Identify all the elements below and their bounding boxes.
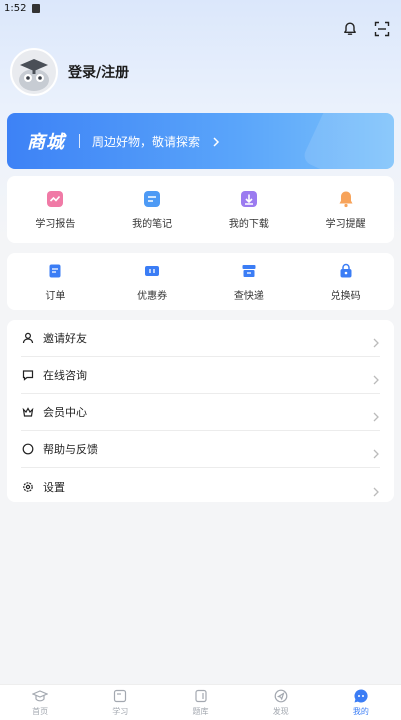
tab-mine[interactable]: 我的	[321, 685, 401, 720]
mall-subtitle: 周边好物，敬请探索	[92, 134, 201, 149]
mall-banner[interactable]: 商城 周边好物，敬请探索	[7, 113, 394, 169]
coupons-item[interactable]: 优惠券	[104, 253, 201, 310]
chat-icon	[21, 368, 35, 382]
coupon-icon	[142, 261, 162, 281]
download-icon	[239, 189, 259, 209]
tab-label: 我的	[352, 707, 369, 716]
report-icon	[45, 189, 65, 209]
study-reminder-item[interactable]: 学习提醒	[297, 176, 394, 243]
tab-study[interactable]: 学习	[80, 685, 160, 720]
redeem-code-label: 兑换码	[330, 291, 361, 302]
coupons-label: 优惠券	[137, 291, 168, 302]
redeem-icon	[336, 261, 356, 281]
study-icon	[112, 688, 128, 704]
orders-item[interactable]: 订单	[7, 253, 104, 310]
track-express-label: 查快递	[233, 291, 264, 302]
menu-item-settings[interactable]: 设置	[21, 468, 380, 505]
graduation-cap-icon	[32, 688, 49, 704]
mall-decoration	[301, 113, 394, 169]
study-report-label: 学习报告	[35, 219, 76, 230]
orders-label: 订单	[45, 291, 66, 302]
my-downloads-item[interactable]: 我的下载	[201, 176, 298, 243]
profile-chat-icon	[353, 688, 369, 704]
avatar[interactable]	[10, 48, 58, 96]
tab-discover[interactable]: 发现	[241, 685, 321, 720]
discover-icon	[273, 688, 289, 704]
person-icon	[21, 331, 35, 345]
status-bar: 1:52	[0, 0, 401, 16]
tab-question-bank[interactable]: 题库	[160, 685, 240, 720]
menu-label: 在线咨询	[43, 369, 87, 382]
bottom-tab-bar: 首页 学习 题库 发现 我的	[0, 684, 401, 720]
my-notes-label: 我的笔记	[132, 219, 173, 230]
my-notes-item[interactable]: 我的笔记	[104, 176, 201, 243]
study-reminder-label: 学习提醒	[325, 219, 366, 230]
mall-title: 商城	[27, 132, 65, 153]
order-icon	[45, 261, 65, 281]
top-actions	[341, 20, 391, 38]
chevron-right-icon	[372, 482, 380, 496]
chevron-right-icon	[372, 333, 380, 348]
orders-card: 订单 优惠券 查快递 兑换码	[7, 253, 394, 310]
menu-item-member-center[interactable]: 会员中心	[21, 394, 380, 431]
tab-label: 题库	[192, 707, 209, 716]
status-time: 1:52	[4, 2, 27, 14]
chevron-right-icon	[212, 132, 220, 151]
settings-icon	[21, 480, 35, 494]
question-bank-icon	[193, 688, 209, 704]
login-register-link[interactable]: 登录/注册	[68, 62, 129, 82]
menu-card: 邀请好友 在线咨询 会员中心 帮助与反馈 设置	[7, 320, 394, 502]
menu-label: 邀请好友	[43, 332, 87, 345]
express-icon	[239, 261, 259, 281]
chevron-right-icon	[372, 370, 380, 385]
bell-icon[interactable]	[341, 20, 359, 38]
tab-label: 学习	[112, 707, 129, 716]
track-express-item[interactable]: 查快递	[201, 253, 298, 310]
menu-item-invite-friends[interactable]: 邀请好友	[21, 320, 380, 357]
help-icon	[21, 442, 35, 456]
menu-item-help-feedback[interactable]: 帮助与反馈	[21, 431, 380, 468]
quick-access-card: 学习报告 我的笔记 我的下载 学习提醒	[7, 176, 394, 243]
bell-icon	[336, 189, 356, 209]
redeem-code-item[interactable]: 兑换码	[297, 253, 394, 310]
tab-label: 首页	[32, 707, 49, 716]
tab-home[interactable]: 首页	[0, 685, 80, 720]
menu-label: 会员中心	[43, 406, 87, 419]
menu-label: 帮助与反馈	[43, 443, 98, 456]
menu-label: 设置	[43, 480, 65, 494]
profile-section[interactable]: 登录/注册	[10, 48, 129, 96]
my-downloads-label: 我的下载	[228, 219, 269, 230]
tab-label: 发现	[272, 707, 289, 716]
crown-icon	[21, 405, 35, 419]
mall-divider	[79, 134, 80, 148]
menu-item-online-consult[interactable]: 在线咨询	[21, 357, 380, 394]
chevron-right-icon	[372, 444, 380, 459]
study-report-item[interactable]: 学习报告	[7, 176, 104, 243]
notes-icon	[142, 189, 162, 209]
notification-indicator-icon	[32, 3, 41, 13]
chevron-right-icon	[372, 407, 380, 422]
scan-icon[interactable]	[373, 20, 391, 38]
